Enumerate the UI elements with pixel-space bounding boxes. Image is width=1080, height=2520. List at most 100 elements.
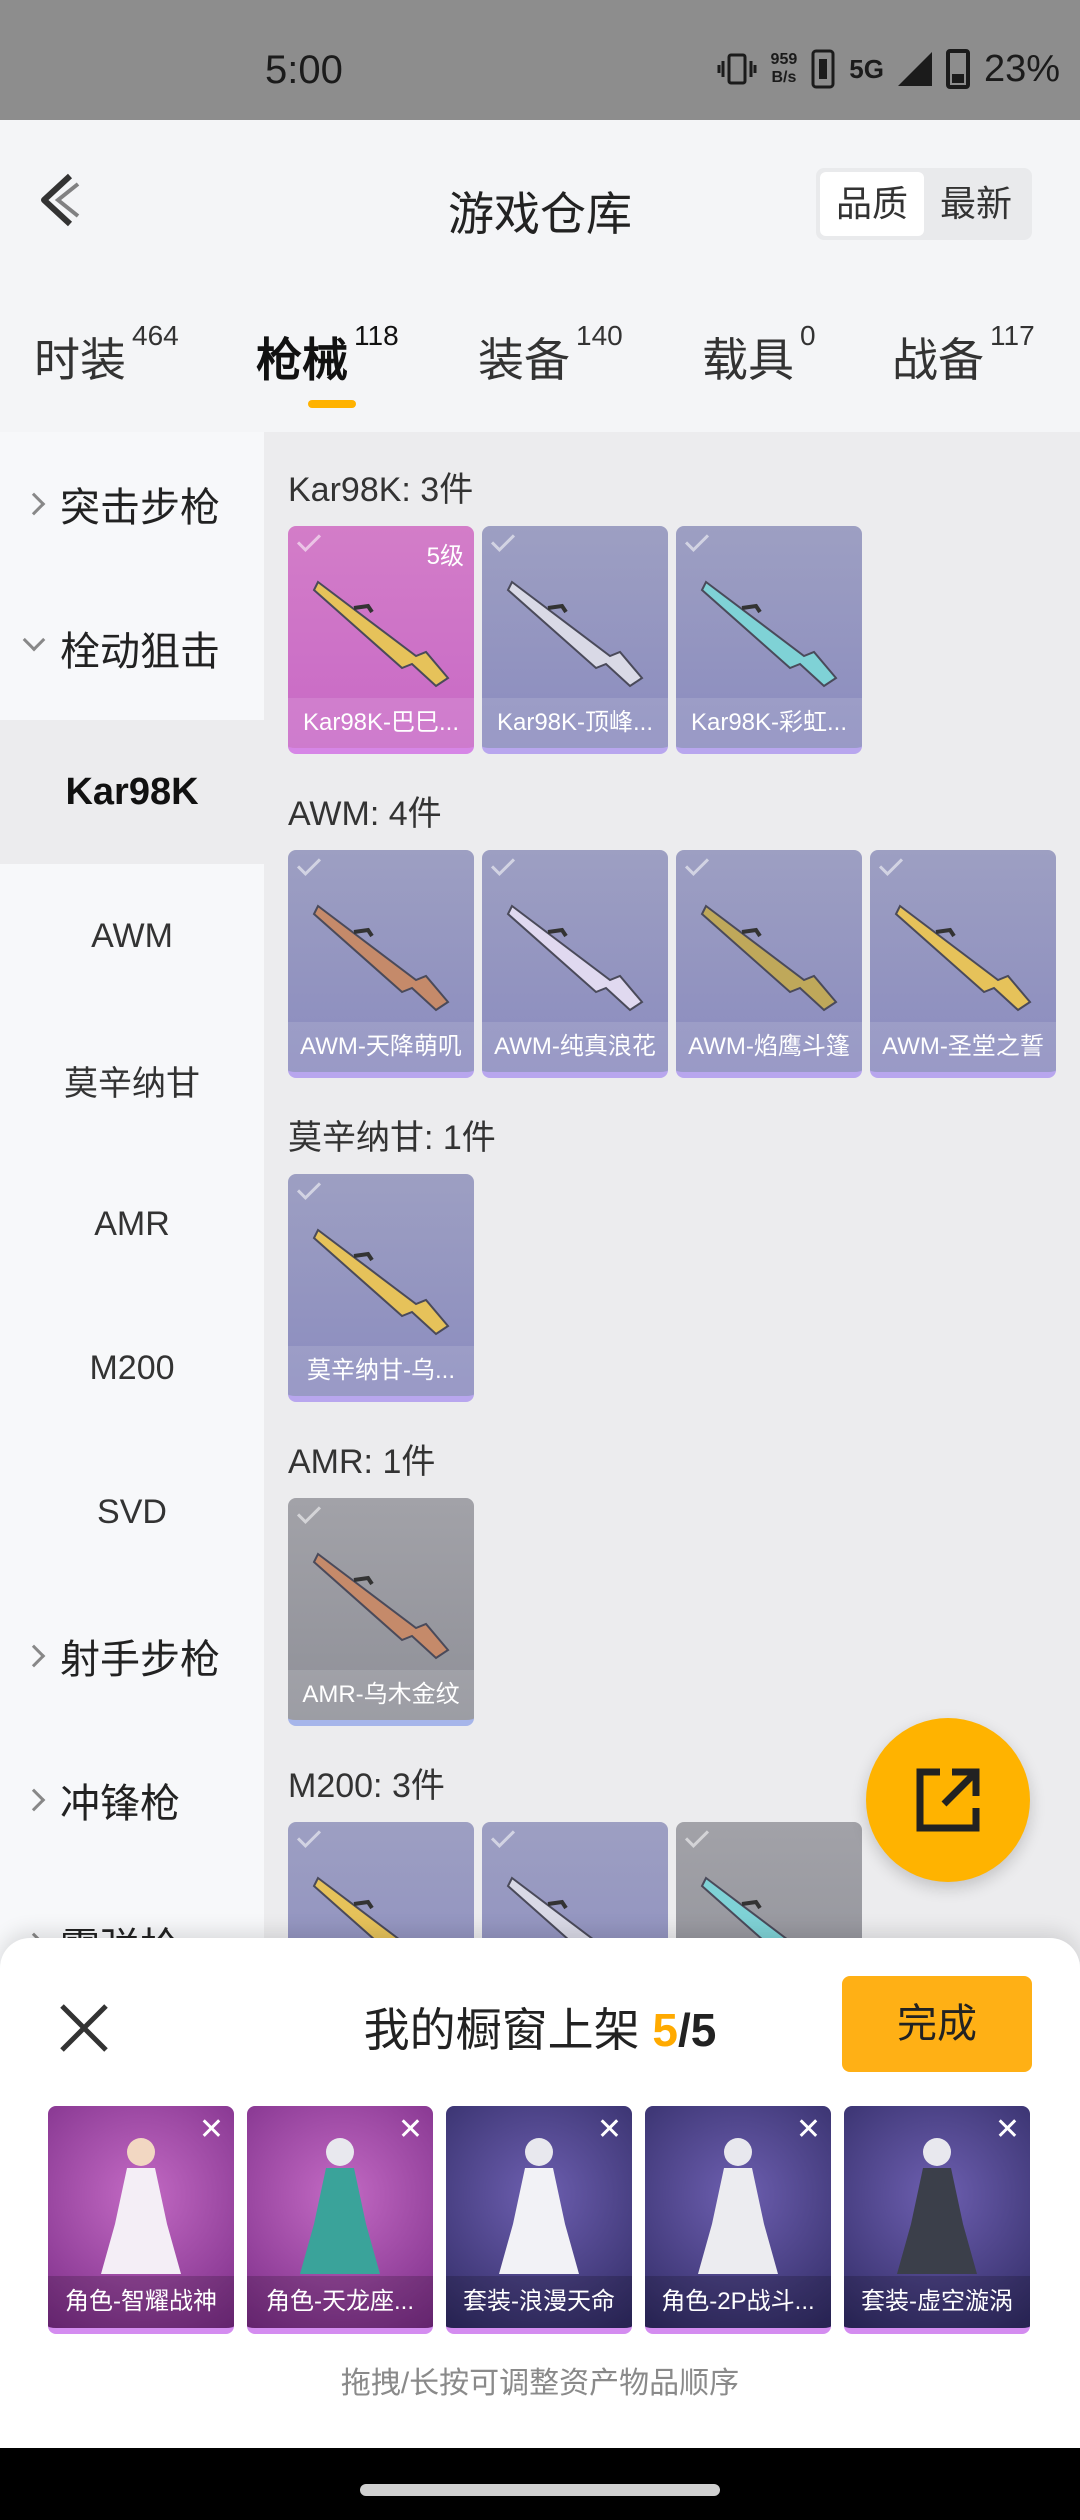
rifle-icon (312, 904, 450, 1012)
showcase-separator: / (678, 2004, 691, 2056)
tab-label: 枪械 (256, 334, 348, 386)
character-icon (101, 2138, 181, 2274)
tab-guns[interactable]: 枪械 118 (256, 320, 399, 390)
sidebar-group-label: 冲锋枪 (60, 1782, 180, 1826)
weapon-card-caption: AWM-圣堂之誓 (870, 1022, 1056, 1072)
sidebar-group-smg[interactable]: 冲锋枪 (0, 1728, 264, 1872)
check-icon (296, 527, 322, 553)
tab-label: 战备 (892, 334, 984, 386)
showcase-item-caption: 套装-虚空漩涡 (844, 2276, 1030, 2328)
tab-count: 464 (132, 320, 179, 351)
weapon-card[interactable]: Kar98K-彩虹... (676, 526, 862, 754)
sidebar-group-marksman[interactable]: 射手步枪 (0, 1584, 264, 1728)
check-icon (490, 851, 516, 877)
showcase-item-caption: 角色-智耀战神 (48, 2276, 234, 2328)
status-bar: 5:00 959 B/s 5G 23% (0, 0, 1080, 120)
system-nav-bar (0, 2448, 1080, 2520)
sidebar-group-label: 栓动狙击 (60, 630, 220, 674)
check-icon (490, 1823, 516, 1849)
section-title: Kar98K: 3件 (288, 471, 474, 509)
showcase-item[interactable]: ✕ 套装-浪漫天命 (446, 2106, 632, 2334)
weapon-card[interactable]: Kar98K-顶峰... (482, 526, 668, 754)
weapon-card-caption: Kar98K-巴巳... (288, 698, 474, 748)
signal-icon (897, 52, 932, 86)
tab-supplies[interactable]: 战备 117 (892, 320, 1035, 390)
share-button[interactable] (866, 1718, 1030, 1882)
check-icon (490, 527, 516, 553)
done-button[interactable]: 完成 (842, 1976, 1032, 2072)
character-icon (499, 2138, 579, 2274)
check-icon (878, 851, 904, 877)
weapon-card[interactable]: AWM-圣堂之誓 (870, 850, 1056, 1078)
section-title: AMR: 1件 (288, 1443, 436, 1481)
reorder-hint: 拖拽/长按可调整资产物品顺序 (340, 2367, 740, 2400)
home-gesture-bar[interactable] (360, 2484, 720, 2496)
rifle-icon (894, 904, 1032, 1012)
speed-value: 959 (770, 51, 798, 68)
sort-newest-option[interactable]: 最新 (924, 172, 1028, 236)
status-time: 5:00 (265, 48, 343, 92)
network-speed: 959 B/s (771, 51, 798, 87)
weapon-card-caption: AWM-天降萌叽 (288, 1022, 474, 1072)
weapon-card-caption: AWM-纯真浪花 (482, 1022, 668, 1072)
battery-level: 23% (983, 47, 1060, 90)
tab-equipment[interactable]: 装备 140 (478, 320, 623, 390)
showcase-sheet: 我的橱窗上架 5/5 完成 ✕ 角色-智耀战神 ✕ 角色-天龙座... ✕ 套装-浪漫天命… (0, 1938, 1080, 2448)
sidebar-item-kar98k[interactable]: Kar98K (0, 720, 264, 864)
sidebar-item-m200[interactable]: M200 (0, 1296, 264, 1440)
showcase-current-count: 5 (652, 2004, 678, 2056)
sidebar-item-svd[interactable]: SVD (0, 1440, 264, 1584)
weapon-card[interactable]: AWM-纯真浪花 (482, 850, 668, 1078)
weapon-card[interactable]: AMR-乌木金纹 (288, 1498, 474, 1726)
rifle-icon (312, 1228, 450, 1336)
weapon-card[interactable]: AWM-焰鹰斗篷 (676, 850, 862, 1078)
character-icon (897, 2138, 977, 2274)
check-icon (684, 527, 710, 553)
network-type: 5G (849, 53, 884, 84)
sidebar-group-label: 射手步枪 (60, 1638, 220, 1682)
section-title: AWM: 4件 (288, 795, 442, 833)
sidebar-item-awm[interactable]: AWM (0, 864, 264, 1008)
showcase-item[interactable]: ✕ 角色-天龙座... (247, 2106, 433, 2334)
showcase-total-count: 5 (690, 2004, 717, 2056)
speed-unit: B/s (771, 69, 797, 86)
tab-count: 118 (354, 320, 399, 351)
sidebar-item-amr[interactable]: AMR (0, 1152, 264, 1296)
chevron-right-icon (22, 1644, 46, 1668)
tab-vehicles[interactable]: 载具 0 (702, 320, 816, 390)
showcase-item[interactable]: ✕ 角色-2P战斗... (645, 2106, 831, 2334)
share-icon (916, 1768, 980, 1832)
sidebar-group-bolt-sniper[interactable]: 栓动狙击 (0, 576, 264, 720)
tab-label: 载具 (702, 334, 794, 386)
weapon-card[interactable]: 莫辛纳甘-乌... (288, 1174, 474, 1402)
weapon-card[interactable]: 5级 Kar98K-巴巳... (288, 526, 474, 754)
sort-toggle: 品质 最新 (815, 168, 1032, 240)
battery-icon (945, 49, 970, 89)
weapon-card-caption: AMR-乌木金纹 (288, 1670, 474, 1720)
vibrate-icon (717, 53, 757, 85)
sim-icon (811, 49, 835, 89)
sidebar-group-label: 突击步枪 (60, 486, 220, 530)
weapon-card-caption: Kar98K-彩虹... (676, 698, 862, 748)
chevron-right-icon (22, 1788, 46, 1812)
tab-fashion[interactable]: 时装 464 (34, 320, 179, 390)
sidebar-item-mosin[interactable]: 莫辛纳甘 (0, 1008, 264, 1152)
character-icon (698, 2138, 778, 2274)
chevron-right-icon (22, 492, 46, 516)
sort-quality-option[interactable]: 品质 (819, 172, 924, 236)
weapon-card[interactable]: AWM-天降萌叽 (288, 850, 474, 1078)
check-icon (684, 851, 710, 877)
showcase-item[interactable]: ✕ 套装-虚空漩涡 (844, 2106, 1030, 2334)
showcase-item-caption: 角色-2P战斗... (645, 2276, 831, 2328)
showcase-item[interactable]: ✕ 角色-智耀战神 (48, 2106, 234, 2334)
sidebar-group-assault-rifle[interactable]: 突击步枪 (0, 432, 264, 576)
showcase-item-caption: 角色-天龙座... (247, 2276, 433, 2328)
rifle-icon (506, 580, 644, 688)
rifle-icon (312, 1552, 450, 1660)
showcase-item-caption: 套装-浪漫天命 (446, 2276, 632, 2328)
check-icon (296, 1499, 322, 1525)
check-icon (684, 1823, 710, 1849)
weapon-card-caption: 莫辛纳甘-乌... (288, 1346, 474, 1396)
tab-label: 装备 (478, 334, 570, 386)
status-icons: 959 B/s 5G 23% (717, 44, 1060, 94)
